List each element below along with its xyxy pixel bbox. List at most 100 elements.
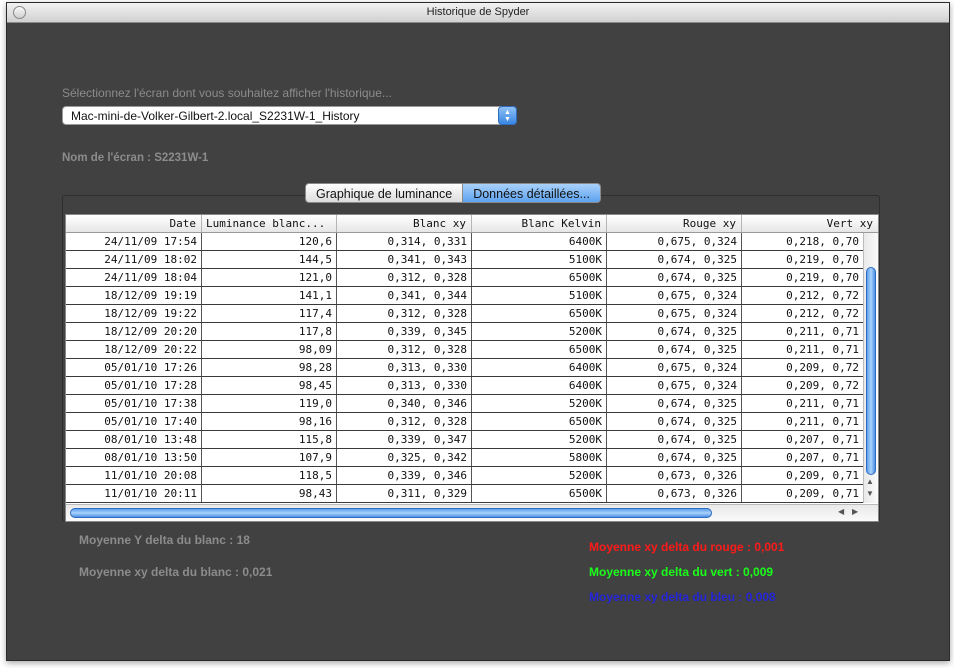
cell-white-kelvin: 5200K [472, 431, 607, 448]
scroll-down-arrow-icon[interactable]: ▼ [866, 489, 874, 498]
cell-green-xy: 0,211, 0,71 [786, 343, 859, 356]
scroll-right-arrow-icon[interactable]: ▶ [852, 507, 858, 516]
cell-date: 05/01/10 17:28 [66, 377, 202, 394]
table-row[interactable]: 18/12/09 19:22 117,4 0,312, 0,328 6500K 0,67… [66, 305, 863, 323]
cell-luminance: 117,4 [202, 305, 337, 322]
cell-date: 11/01/10 20:08 [66, 467, 202, 484]
cell-green-xy: 0,212, 0,72 [786, 307, 859, 320]
cell-white-kelvin: 6500K [472, 341, 607, 358]
cell-white-kelvin: 5200K [472, 323, 607, 340]
cell-white-xy: 0,314, 0,331 [337, 233, 472, 250]
cell-white-kelvin: 6500K [472, 269, 607, 286]
cell-red-xy: 0,674, 0,325 [607, 269, 742, 286]
table-row[interactable]: 11/01/10 20:08 118,5 0,339, 0,346 5200K 0,67… [66, 467, 863, 485]
cell-white-xy: 0,313, 0,330 [337, 359, 472, 376]
cell-date: 24/11/09 18:02 [66, 251, 202, 268]
cell-green-xy: 0,218, 0,70 [786, 235, 859, 248]
table-row[interactable]: 18/12/09 20:22 98,09 0,312, 0,328 6500K 0,67… [66, 341, 863, 359]
table-row[interactable]: 05/01/10 17:26 98,28 0,313, 0,330 6400K 0,67… [66, 359, 863, 377]
cell-luminance: 115,8 [202, 431, 337, 448]
table-row[interactable]: 24/11/09 17:54 120,6 0,314, 0,331 6400K 0,67… [66, 233, 863, 251]
cell-red-xy: 0,674, 0,325 [607, 449, 742, 466]
column-header-date[interactable]: Date [66, 215, 202, 232]
cell-white-kelvin: 6500K [472, 485, 607, 502]
cell-white-xy: 0,339, 0,347 [337, 431, 472, 448]
cell-luminance: 121,0 [202, 269, 337, 286]
cell-red-xy: 0,673, 0,326 [607, 467, 742, 484]
cell-date: 18/12/09 19:22 [66, 305, 202, 322]
cell-white-xy: 0,339, 0,345 [337, 323, 472, 340]
history-table: Date Luminance blanc... Blanc xy Blanc K… [65, 214, 879, 522]
horizontal-scrollbar[interactable]: ◀ ▶ [66, 504, 878, 521]
history-select-value: Mac-mini-de-Volker-Gilbert-2.local_S2231… [71, 109, 360, 123]
table-row[interactable]: 24/11/09 18:04 121,0 0,312, 0,328 6500K 0,67… [66, 269, 863, 287]
cell-green-xy: 0,211, 0,71 [786, 325, 859, 338]
table-row[interactable]: 08/01/10 13:48 115,8 0,339, 0,347 5200K 0,67… [66, 431, 863, 449]
table-row[interactable]: 08/01/10 13:50 107,9 0,325, 0,342 5800K 0,67… [66, 449, 863, 467]
cell-luminance: 141,1 [202, 287, 337, 304]
cell-red-xy: 0,674, 0,325 [607, 413, 742, 430]
table-row[interactable]: 18/12/09 20:20 117,8 0,339, 0,345 5200K 0,67… [66, 323, 863, 341]
cell-white-kelvin: 5800K [472, 449, 607, 466]
stat-xy-delta-red: Moyenne xy delta du rouge : 0,001 [589, 540, 785, 554]
spyder-history-window: Historique de Spyder Sélectionnez l'écra… [6, 2, 950, 661]
column-header-red-xy[interactable]: Rouge xy [607, 215, 742, 232]
cell-red-xy: 0,675, 0,324 [607, 359, 742, 376]
tab-luminance-chart[interactable]: Graphique de luminance [305, 183, 464, 203]
table-row[interactable]: 05/01/10 17:40 98,16 0,312, 0,328 6500K 0,67… [66, 413, 863, 431]
cell-date: 05/01/10 17:40 [66, 413, 202, 430]
stat-xy-delta-blue: Moyenne xy delta du bleu : 0,008 [589, 590, 776, 604]
cell-white-kelvin: 5200K [472, 467, 607, 484]
cell-date: 24/11/09 17:54 [66, 233, 202, 250]
table-row[interactable]: 11/01/10 20:11 98,43 0,311, 0,329 6500K 0,67… [66, 485, 863, 503]
history-select[interactable]: Mac-mini-de-Volker-Gilbert-2.local_S2231… [62, 106, 517, 125]
cell-red-xy: 0,675, 0,324 [607, 377, 742, 394]
cell-white-kelvin: 5200K [472, 395, 607, 412]
cell-date: 08/01/10 13:48 [66, 431, 202, 448]
cell-white-kelvin: 6400K [472, 359, 607, 376]
column-header-white-xy[interactable]: Blanc xy [337, 215, 472, 232]
cell-white-xy: 0,312, 0,328 [337, 341, 472, 358]
table-row[interactable]: 18/12/09 19:19 141,1 0,341, 0,344 5100K 0,67… [66, 287, 863, 305]
vertical-scrollbar[interactable]: ▲ ▼ [863, 233, 878, 503]
cell-date: 18/12/09 19:19 [66, 287, 202, 304]
tab-detailed-data[interactable]: Données détaillées... [463, 183, 601, 203]
cell-green-xy: 0,209, 0,72 [786, 379, 859, 392]
cell-luminance: 144,5 [202, 251, 337, 268]
cell-green-xy: 0,209, 0,71 [786, 469, 859, 482]
cell-white-xy: 0,311, 0,329 [337, 485, 472, 502]
cell-white-kelvin: 5100K [472, 251, 607, 268]
column-header-luminance[interactable]: Luminance blanc... [202, 215, 337, 232]
cell-red-xy: 0,673, 0,326 [607, 485, 742, 502]
column-header-white-kelvin[interactable]: Blanc Kelvin [472, 215, 607, 232]
table-header: Date Luminance blanc... Blanc xy Blanc K… [66, 215, 878, 233]
column-header-green-xy[interactable]: Vert xy [742, 215, 878, 232]
cell-date: 08/01/10 13:50 [66, 449, 202, 466]
table-row[interactable]: 05/01/10 17:38 119,0 0,340, 0,346 5200K 0,67… [66, 395, 863, 413]
cell-white-xy: 0,339, 0,346 [337, 467, 472, 484]
cell-red-xy: 0,674, 0,325 [607, 341, 742, 358]
cell-luminance: 98,09 [202, 341, 337, 358]
cell-date: 05/01/10 17:38 [66, 395, 202, 412]
up-down-arrows-icon[interactable]: ▲ ▼ [498, 106, 517, 125]
cell-green-xy: 0,209, 0,71 [786, 487, 859, 500]
cell-red-xy: 0,675, 0,324 [607, 305, 742, 322]
cell-red-xy: 0,674, 0,325 [607, 395, 742, 412]
cell-white-kelvin: 6500K [472, 305, 607, 322]
window-title: Historique de Spyder [426, 6, 530, 18]
cell-red-xy: 0,675, 0,324 [607, 287, 742, 304]
cell-luminance: 118,5 [202, 467, 337, 484]
table-row[interactable]: 05/01/10 17:28 98,45 0,313, 0,330 6400K 0,67… [66, 377, 863, 395]
horizontal-scroll-thumb[interactable] [70, 508, 712, 518]
cell-green-xy: 0,219, 0,70 [786, 271, 859, 284]
cell-green-xy: 0,219, 0,70 [786, 253, 859, 266]
cell-white-xy: 0,312, 0,328 [337, 305, 472, 322]
table-row[interactable]: 24/11/09 18:02 144,5 0,341, 0,343 5100K 0,67… [66, 251, 863, 269]
scroll-up-arrow-icon[interactable]: ▲ [866, 477, 874, 486]
title-bar[interactable]: Historique de Spyder [7, 3, 949, 23]
scroll-left-arrow-icon[interactable]: ◀ [838, 507, 844, 516]
cell-green-xy: 0,209, 0,72 [786, 361, 859, 374]
vertical-scroll-thumb[interactable] [866, 267, 876, 475]
select-screen-prompt: Sélectionnez l'écran dont vous souhaitez… [62, 86, 392, 100]
cell-white-xy: 0,313, 0,330 [337, 377, 472, 394]
